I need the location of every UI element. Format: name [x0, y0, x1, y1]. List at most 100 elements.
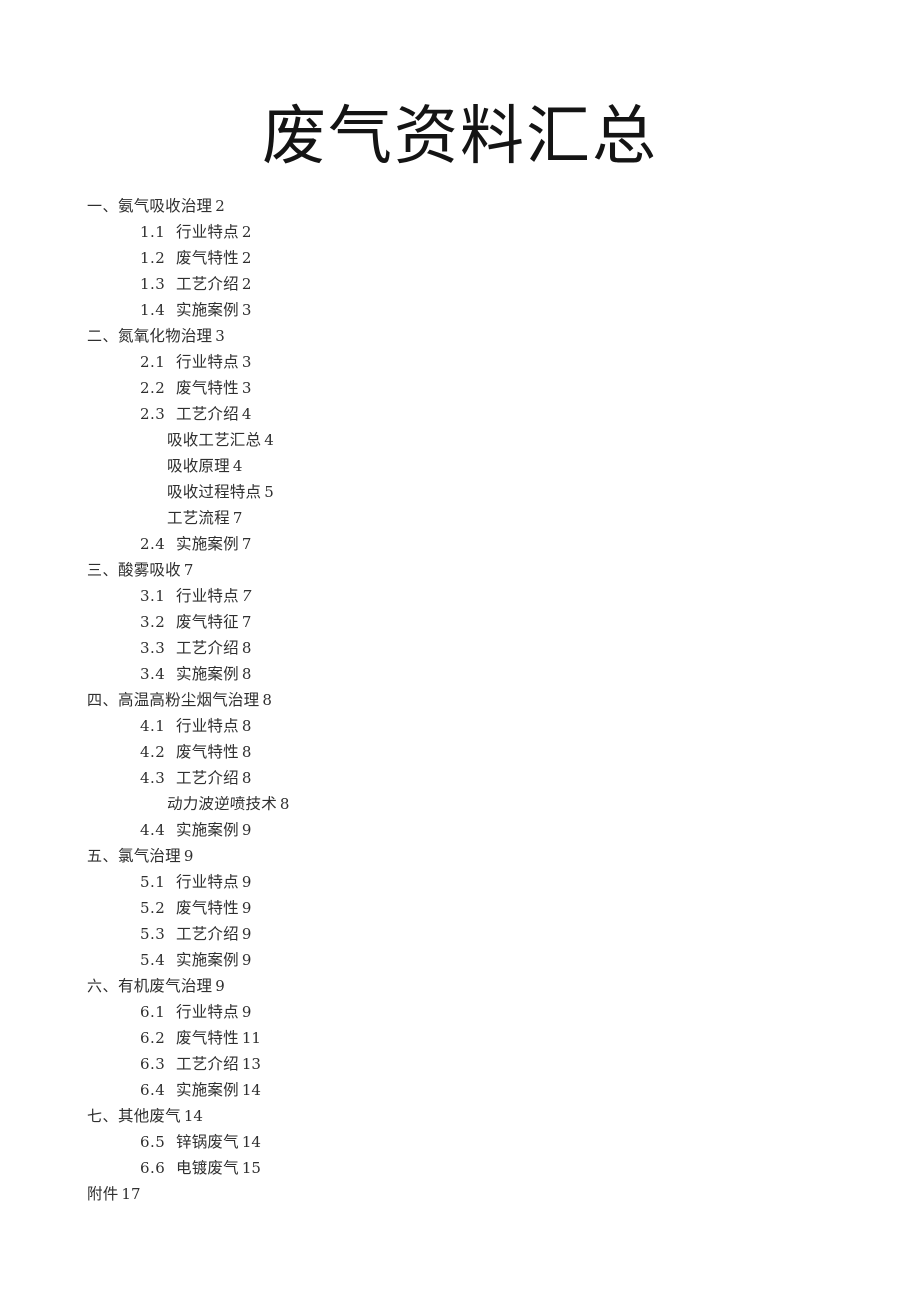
toc-entry-number: 1.3: [140, 275, 166, 293]
toc-entry[interactable]: 1.3 工艺介绍 2: [0, 271, 920, 297]
toc-entry-label: 废气特性: [176, 1029, 239, 1047]
toc-entry-number: 1.4: [140, 301, 166, 319]
toc-entry-label: 吸收工艺汇总: [167, 431, 262, 449]
toc-entry[interactable]: 4.1 行业特点 8: [0, 713, 920, 739]
toc-entry-number: 4.2: [140, 743, 166, 761]
toc-entry[interactable]: 2.4 实施案例 7: [0, 531, 920, 557]
toc-entry-label: 行业特点: [176, 873, 239, 891]
toc-entry-page-number: 4: [232, 457, 243, 475]
toc-entry-label: 实施案例: [176, 665, 239, 683]
toc-entry-page-number: 2: [215, 197, 225, 215]
toc-entry-page-number: 9: [241, 1003, 252, 1021]
toc-entry-label: 电镀废气: [176, 1159, 239, 1177]
toc-entry-number: 2.3: [140, 405, 166, 423]
toc-entry-page-number: 7: [241, 613, 252, 631]
toc-entry[interactable]: 3.4 实施案例 8: [0, 661, 920, 687]
toc-entry-label: 实施案例: [176, 951, 239, 969]
toc-entry[interactable]: 4.2 废气特性 8: [0, 739, 920, 765]
toc-entry[interactable]: 七、其他废气 14: [0, 1103, 920, 1129]
toc-entry[interactable]: 2.3 工艺介绍 4: [0, 401, 920, 427]
toc-entry[interactable]: 附件 17: [0, 1181, 920, 1207]
toc-entry-page-number: 14: [241, 1081, 261, 1099]
toc-entry-number: 6.5: [140, 1133, 166, 1151]
toc-entry-page-number: 8: [241, 769, 252, 787]
toc-entry[interactable]: 3.1 行业特点 7: [0, 583, 920, 609]
toc-entry-page-number: 17: [121, 1185, 141, 1203]
toc-entry-label: 其他废气: [118, 1107, 181, 1125]
toc-entry[interactable]: 3.3 工艺介绍 8: [0, 635, 920, 661]
toc-entry[interactable]: 5.4 实施案例 9: [0, 947, 920, 973]
toc-entry-label: 氨气吸收治理: [118, 197, 213, 215]
toc-entry-number: 2.1: [140, 353, 166, 371]
toc-entry-page-number: 14: [183, 1107, 203, 1125]
toc-entry-page-number: 7: [232, 509, 243, 527]
toc-entry[interactable]: 1.2 废气特性 2: [0, 245, 920, 271]
toc-entry-label: 行业特点: [176, 587, 239, 605]
toc-entry-page-number: 8: [279, 795, 290, 813]
toc-entry-label: 废气特征: [176, 613, 239, 631]
toc-entry-number: 4.3: [140, 769, 166, 787]
toc-entry-page-number: 9: [183, 847, 194, 865]
toc-entry[interactable]: 动力波逆喷技术 8: [0, 791, 920, 817]
toc-entry[interactable]: 5.3 工艺介绍 9: [0, 921, 920, 947]
toc-entry-label: 废气特性: [176, 379, 239, 397]
toc-entry-label: 行业特点: [176, 717, 239, 735]
toc-entry-number: 6.2: [140, 1029, 166, 1047]
toc-entry-label: 实施案例: [176, 301, 239, 319]
toc-entry-number: 5.4: [140, 951, 166, 969]
toc-entry[interactable]: 四、高温高粉尘烟气治理 8: [0, 687, 920, 713]
toc-entry-number: 四、: [87, 691, 119, 709]
toc-entry-page-number: 5: [264, 483, 274, 501]
toc-entry[interactable]: 一、氨气吸收治理 2: [0, 193, 920, 219]
toc-entry-page-number: 8: [241, 717, 252, 735]
toc-entry-page-number: 8: [241, 665, 252, 683]
toc-entry[interactable]: 6.6 电镀废气 15: [0, 1155, 920, 1181]
toc-entry[interactable]: 6.1 行业特点 9: [0, 999, 920, 1025]
toc-entry[interactable]: 吸收工艺汇总 4: [0, 427, 920, 453]
toc-entry[interactable]: 6.2 废气特性 11: [0, 1025, 920, 1051]
toc-entry[interactable]: 六、有机废气治理 9: [0, 973, 920, 999]
toc-entry[interactable]: 6.3 工艺介绍 13: [0, 1051, 920, 1077]
toc-entry-label: 工艺介绍: [176, 639, 239, 657]
toc-entry-number: 1.2: [140, 249, 166, 267]
toc-entry-page-number: 8: [241, 639, 252, 657]
toc-entry-label: 氯气治理: [118, 847, 181, 865]
toc-entry-page-number: 3: [241, 379, 252, 397]
toc-entry[interactable]: 5.1 行业特点 9: [0, 869, 920, 895]
toc-entry[interactable]: 6.4 实施案例 14: [0, 1077, 920, 1103]
toc-entry[interactable]: 吸收原理 4: [0, 453, 920, 479]
toc-entry-page-number: 2: [241, 275, 252, 293]
toc-entry[interactable]: 2.2 废气特性 3: [0, 375, 920, 401]
toc-entry-page-number: 14: [241, 1133, 261, 1151]
toc-entry-number: 三、: [87, 561, 119, 579]
toc-entry-page-number: 9: [241, 821, 252, 839]
toc-entry-label: 废气特性: [176, 249, 239, 267]
toc-entry-page-number: 2: [241, 249, 252, 267]
toc-entry[interactable]: 五、氯气治理 9: [0, 843, 920, 869]
toc-entry[interactable]: 二、氮氧化物治理 3: [0, 323, 920, 349]
toc-entry-page-number: 3: [241, 353, 252, 371]
toc-entry-label: 吸收过程特点: [167, 483, 262, 501]
toc-entry[interactable]: 2.1 行业特点 3: [0, 349, 920, 375]
toc-entry[interactable]: 1.4 实施案例 3: [0, 297, 920, 323]
toc-entry-label: 附件: [87, 1185, 119, 1203]
toc-entry-label: 工艺流程: [167, 509, 230, 527]
toc-entry[interactable]: 4.4 实施案例 9: [0, 817, 920, 843]
toc-entry-number: 5.3: [140, 925, 166, 943]
toc-entry[interactable]: 3.2 废气特征 7: [0, 609, 920, 635]
toc-entry-label: 酸雾吸收: [118, 561, 181, 579]
toc-entry-label: 氮氧化物治理: [118, 327, 213, 345]
document-page: 废气资料汇总 一、氨气吸收治理 2 1.1 行业特点 2 1.2 废气特性 2 1.3 工艺介绍 2…: [0, 0, 920, 1301]
toc-entry[interactable]: 4.3 工艺介绍 8: [0, 765, 920, 791]
toc-entry-page-number: 9: [241, 873, 252, 891]
toc-entry-page-number: 7: [241, 587, 252, 605]
toc-entry-number: 3.3: [140, 639, 166, 657]
toc-entry[interactable]: 5.2 废气特性 9: [0, 895, 920, 921]
toc-entry[interactable]: 工艺流程 7: [0, 505, 920, 531]
toc-entry-label: 行业特点: [176, 1003, 239, 1021]
toc-entry[interactable]: 吸收过程特点 5: [0, 479, 920, 505]
toc-entry-number: 二、: [87, 327, 119, 345]
toc-entry[interactable]: 6.5 锌锅废气 14: [0, 1129, 920, 1155]
toc-entry[interactable]: 三、酸雾吸收 7: [0, 557, 920, 583]
toc-entry[interactable]: 1.1 行业特点 2: [0, 219, 920, 245]
